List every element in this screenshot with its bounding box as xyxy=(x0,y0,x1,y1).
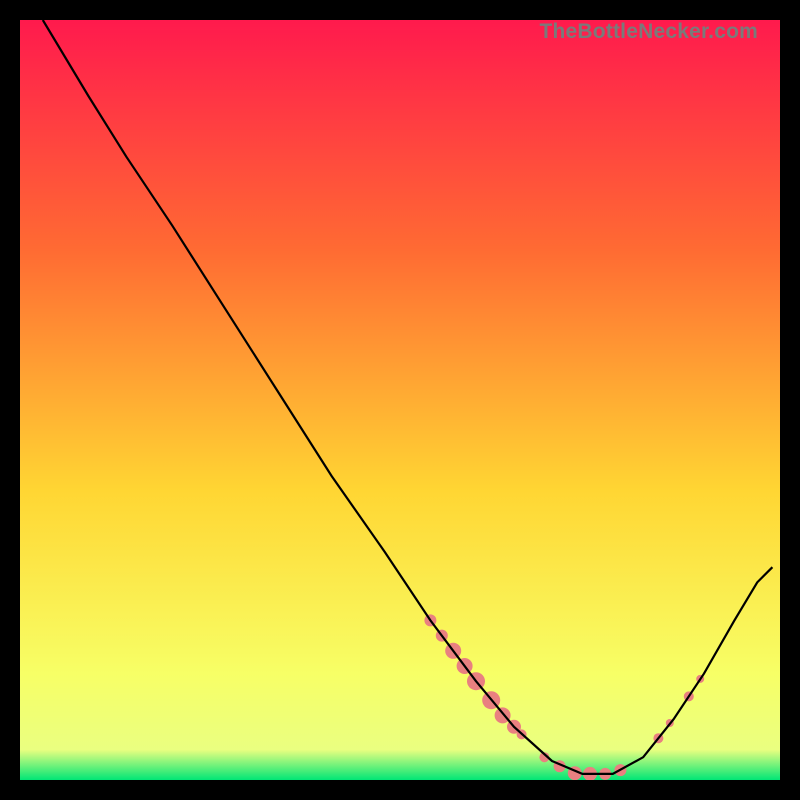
chart-frame: TheBottleNecker.com xyxy=(20,20,780,780)
chart-background xyxy=(20,20,780,780)
chart-plot xyxy=(20,20,780,780)
watermark-text: TheBottleNecker.com xyxy=(539,20,758,44)
